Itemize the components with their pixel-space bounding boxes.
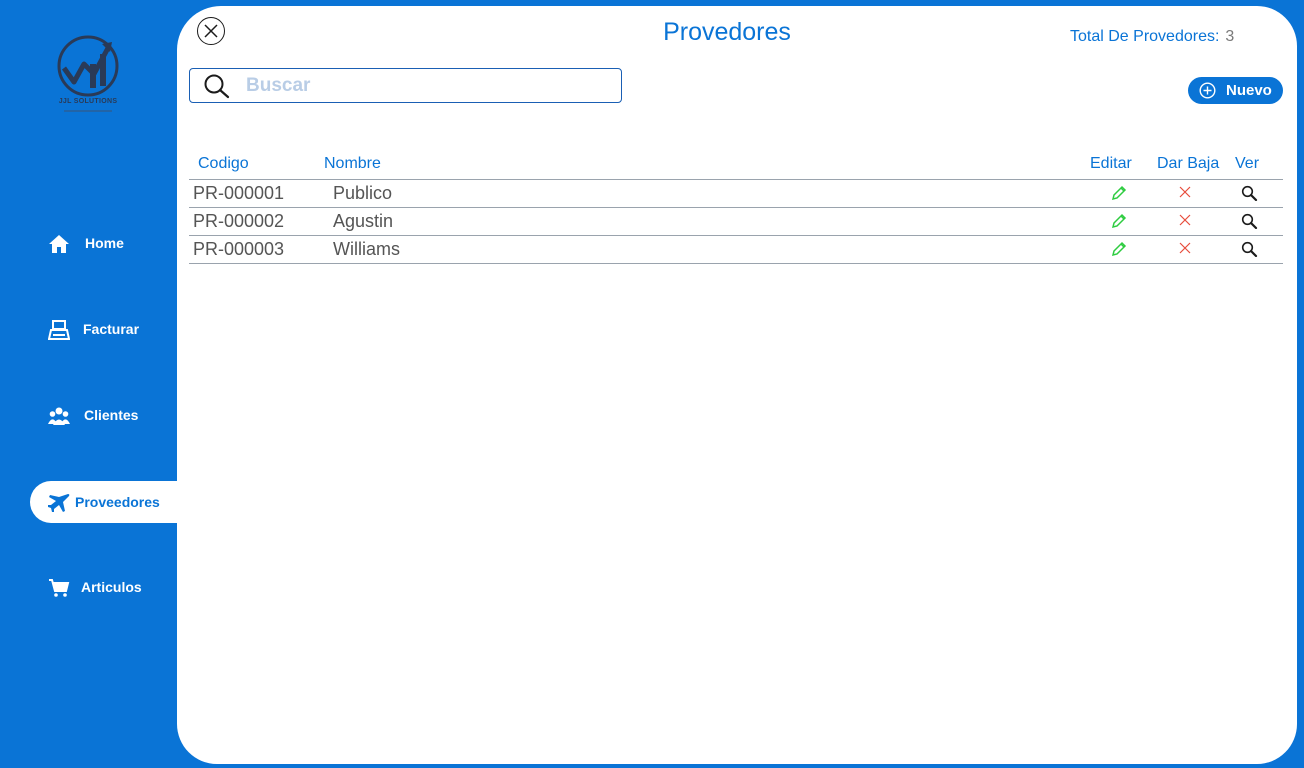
company-logo: JJL SOLUTIONS — [50, 34, 126, 116]
sidebar-item-proveedores[interactable]: Proveedores — [30, 481, 190, 523]
sidebar-item-label: Articulos — [81, 579, 142, 595]
edit-pencil-icon[interactable] — [1111, 241, 1127, 257]
sidebar-item-label: Facturar — [83, 321, 140, 337]
table-row: PR-000001 Publico — [189, 180, 1283, 208]
logo-tagline — [64, 110, 112, 112]
view-magnifier-icon[interactable] — [1241, 185, 1258, 201]
table-row: PR-000003 Williams — [189, 236, 1283, 264]
table-row: PR-000002 Agustin — [189, 208, 1283, 236]
logo-text: JJL SOLUTIONS — [58, 98, 118, 105]
column-header-name: Nombre — [324, 155, 381, 172]
close-icon — [204, 24, 218, 38]
new-button-label: Nuevo — [1226, 82, 1272, 99]
page-title: Provedores — [663, 18, 791, 46]
plus-circle-icon — [1199, 82, 1216, 99]
main-panel: Provedores Total De Provedores: 3 Nuevo C… — [177, 6, 1297, 764]
sidebar: JJL SOLUTIONS Home Facturar Clientes Pro… — [0, 0, 190, 768]
edit-pencil-icon[interactable] — [1111, 213, 1127, 229]
search-box[interactable] — [189, 68, 622, 103]
column-header-view: Ver — [1235, 155, 1260, 172]
home-icon — [49, 235, 69, 253]
table-header: Codigo Nombre Editar Dar Baja Ver — [189, 151, 1283, 180]
cell-code: PR-000001 — [193, 183, 285, 203]
sidebar-item-label: Home — [85, 235, 124, 251]
cart-icon — [49, 579, 70, 597]
search-input[interactable] — [246, 75, 606, 97]
delete-x-icon[interactable] — [1178, 241, 1192, 255]
close-button[interactable] — [197, 17, 225, 45]
cell-name: Agustin — [333, 211, 394, 231]
sidebar-item-facturar[interactable]: Facturar — [0, 308, 178, 352]
users-icon — [48, 407, 70, 425]
cell-name: Publico — [333, 183, 393, 203]
total-label: Total De Provedores: — [1070, 28, 1220, 45]
cell-code: PR-000002 — [193, 211, 285, 231]
cell-code: PR-000003 — [193, 239, 285, 259]
edit-pencil-icon[interactable] — [1111, 185, 1127, 201]
total-count: Total De Provedores: 3 — [1070, 28, 1234, 46]
view-magnifier-icon[interactable] — [1241, 241, 1258, 257]
sidebar-item-articulos[interactable]: Articulos — [0, 566, 178, 610]
sidebar-item-label: Clientes — [84, 407, 139, 423]
column-header-edit: Editar — [1090, 155, 1132, 172]
airplane-icon — [48, 494, 70, 512]
sidebar-item-home[interactable]: Home — [0, 222, 178, 266]
providers-table: Codigo Nombre Editar Dar Baja Ver PR-000… — [189, 151, 1283, 264]
sidebar-item-clientes[interactable]: Clientes — [0, 394, 178, 438]
search-icon — [204, 74, 230, 99]
delete-x-icon[interactable] — [1178, 185, 1192, 199]
new-button[interactable]: Nuevo — [1188, 77, 1283, 104]
logo-chart-icon — [57, 35, 119, 97]
sidebar-item-label: Proveedores — [75, 494, 160, 510]
view-magnifier-icon[interactable] — [1241, 213, 1258, 229]
column-header-code: Codigo — [198, 155, 249, 172]
column-header-delete: Dar Baja — [1157, 155, 1220, 172]
register-icon — [48, 320, 70, 340]
delete-x-icon[interactable] — [1178, 213, 1192, 227]
total-value: 3 — [1225, 28, 1235, 45]
cell-name: Williams — [333, 239, 400, 259]
